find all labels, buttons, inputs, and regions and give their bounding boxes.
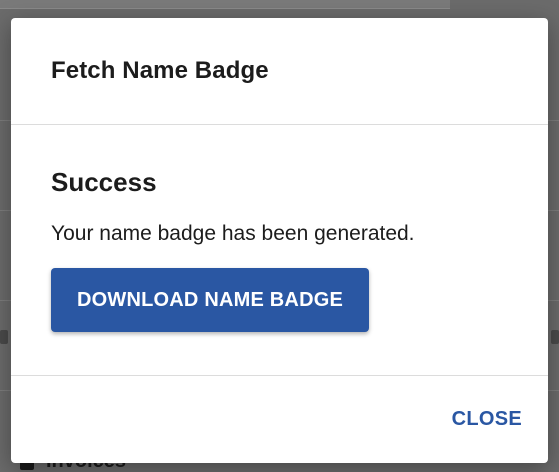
success-message: Your name badge has been generated.: [51, 222, 415, 245]
success-heading: Success: [51, 167, 157, 197]
download-name-badge-button[interactable]: DOWNLOAD NAME BADGE: [51, 268, 370, 332]
fetch-name-badge-dialog: Fetch Name Badge Success Your name badge…: [11, 18, 548, 463]
background-edge-icon: [0, 330, 8, 344]
dialog-content: Success Your name badge has been generat…: [11, 125, 548, 376]
background-top-bar: [0, 0, 450, 9]
dialog-header: Fetch Name Badge: [11, 18, 548, 125]
close-button[interactable]: CLOSE: [444, 400, 530, 439]
dialog-actions: CLOSE: [11, 376, 548, 462]
dialog-title: Fetch Name Badge: [51, 57, 269, 84]
background-edge-icon: [551, 330, 559, 344]
